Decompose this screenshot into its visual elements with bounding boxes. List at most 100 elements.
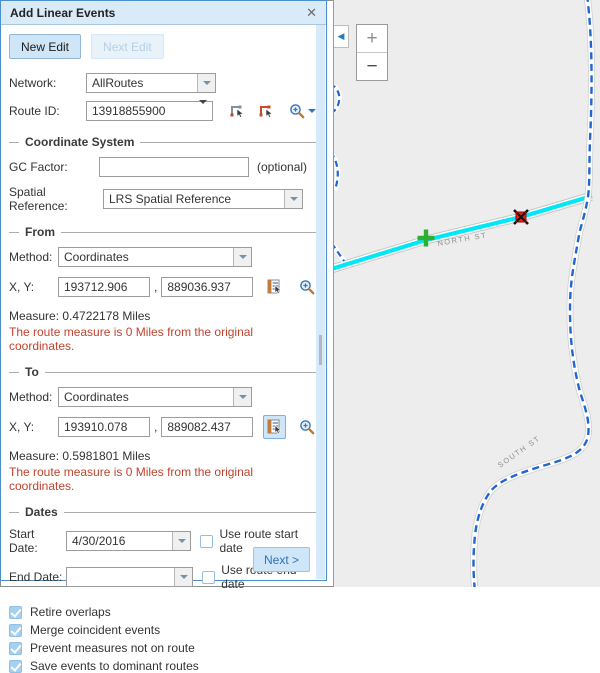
to-xy-row: X, Y: , xyxy=(9,415,318,439)
panel-title: Add Linear Events xyxy=(10,6,115,20)
spatial-reference-row: Spatial Reference: LRS Spatial Reference xyxy=(9,185,318,213)
save-events-dominant-label: Save events to dominant routes xyxy=(30,659,199,673)
route-id-label: Route ID: xyxy=(9,104,86,118)
to-legend-text: To xyxy=(25,365,39,379)
network-dropdown-button[interactable] xyxy=(197,74,215,92)
route-id-value: 13918855900 xyxy=(87,104,194,118)
end-date-label: End Date: xyxy=(9,570,66,584)
collapse-panel-button[interactable]: ◀ xyxy=(334,25,349,48)
use-route-start-date-checkbox[interactable] xyxy=(200,535,213,548)
new-edit-button[interactable]: New Edit xyxy=(9,34,81,59)
start-date-label: Start Date: xyxy=(9,527,66,555)
magnifier-plus-icon xyxy=(299,279,315,295)
zoom-out-button[interactable]: − xyxy=(357,52,387,80)
from-warning-text: The route measure is 0 Miles from the or… xyxy=(9,325,318,353)
to-pick-coordinates-icon[interactable] xyxy=(263,415,285,439)
select-route-red-glyph xyxy=(258,103,275,119)
map-canvas[interactable]: NORTH ST SOUTH ST xyxy=(334,0,600,587)
from-method-label: Method: xyxy=(9,250,58,264)
spatial-reference-dropdown-button[interactable] xyxy=(284,190,302,208)
road-north-st xyxy=(334,196,592,270)
chevron-down-icon xyxy=(178,539,186,543)
from-legend: From xyxy=(9,225,318,239)
end-date-dropdown[interactable] xyxy=(66,567,193,587)
zoom-to-route-button[interactable] xyxy=(287,99,318,123)
spatial-reference-value: LRS Spatial Reference xyxy=(104,192,284,206)
panel-body: New Edit Next Edit Network: AllRoutes Ro… xyxy=(1,34,326,673)
coordinate-table-glyph xyxy=(267,279,283,295)
next-button[interactable]: Next > xyxy=(253,547,310,572)
coordinate-system-legend: Coordinate System xyxy=(9,135,318,149)
road-label-south-st: SOUTH ST xyxy=(496,434,542,470)
from-method-dropdown-button[interactable] xyxy=(233,248,251,266)
start-date-dropdown-button[interactable] xyxy=(172,532,190,550)
network-label: Network: xyxy=(9,76,86,90)
from-method-row: Method: Coordinates xyxy=(9,247,318,267)
retire-overlaps-checkbox[interactable] xyxy=(9,606,22,619)
to-method-dropdown[interactable]: Coordinates xyxy=(58,387,252,407)
to-xy-label: X, Y: xyxy=(9,420,58,434)
map-viewport[interactable]: NORTH ST SOUTH ST xyxy=(333,0,600,587)
scrollbar-thumb[interactable] xyxy=(319,335,322,365)
xy-separator: , xyxy=(154,420,157,434)
coordinate-system-legend-text: Coordinate System xyxy=(25,135,134,149)
magnifier-plus-icon xyxy=(299,419,315,435)
route-id-combobox[interactable]: 13918855900 xyxy=(86,101,213,121)
save-events-dominant-checkbox[interactable] xyxy=(9,660,22,673)
to-warning-text: The route measure is 0 Miles from the or… xyxy=(9,465,318,493)
spatial-reference-dropdown[interactable]: LRS Spatial Reference xyxy=(103,189,303,209)
dashed-route xyxy=(474,0,592,587)
to-method-label: Method: xyxy=(9,390,58,404)
from-legend-text: From xyxy=(25,225,55,239)
to-point-marker xyxy=(514,210,528,224)
start-date-value: 4/30/2016 xyxy=(67,534,172,548)
select-route-on-map-icon[interactable] xyxy=(225,99,249,123)
prevent-measures-checkbox[interactable] xyxy=(9,642,22,655)
panel-titlebar: Add Linear Events ✕ xyxy=(1,1,326,25)
option-row: Retire overlaps xyxy=(9,605,318,619)
spatial-reference-label: Spatial Reference: xyxy=(9,185,103,213)
chevron-down-icon xyxy=(290,197,298,201)
route-id-dropdown-button[interactable] xyxy=(194,104,212,118)
to-method-row: Method: Coordinates xyxy=(9,387,318,407)
option-row: Merge coincident events xyxy=(9,623,318,637)
coordinate-table-glyph xyxy=(267,419,283,435)
select-route-glyph xyxy=(229,103,246,119)
dashed-route-fragments xyxy=(334,84,344,261)
chevron-down-icon xyxy=(239,255,247,259)
select-route-alternate-icon[interactable] xyxy=(255,99,279,123)
from-x-input[interactable] xyxy=(58,277,150,297)
magnifier-plus-icon xyxy=(289,103,305,119)
use-route-end-date-checkbox[interactable] xyxy=(202,571,215,584)
chevron-down-icon xyxy=(239,395,247,399)
from-method-dropdown[interactable]: Coordinates xyxy=(58,247,252,267)
route-id-row: Route ID: 13918855900 xyxy=(9,99,318,123)
network-dropdown[interactable]: AllRoutes xyxy=(86,73,216,93)
chevron-down-icon xyxy=(308,109,316,113)
option-row: Save events to dominant routes xyxy=(9,659,318,673)
end-date-dropdown-button[interactable] xyxy=(174,568,192,586)
network-value: AllRoutes xyxy=(87,76,197,90)
dates-legend-text: Dates xyxy=(25,505,58,519)
zoom-in-button[interactable]: + xyxy=(357,25,387,52)
network-row: Network: AllRoutes xyxy=(9,73,318,93)
xy-separator: , xyxy=(154,280,157,294)
chevron-down-icon xyxy=(199,100,207,118)
from-pick-coordinates-icon[interactable] xyxy=(263,275,285,299)
from-y-input[interactable] xyxy=(161,277,253,297)
screen: Add Linear Events ✕ New Edit Next Edit N… xyxy=(0,0,600,587)
to-method-dropdown-button[interactable] xyxy=(233,388,251,406)
to-zoom-icon[interactable] xyxy=(296,415,318,439)
merge-coincident-events-checkbox[interactable] xyxy=(9,624,22,637)
panel-scrollbar[interactable] xyxy=(316,25,325,579)
start-date-dropdown[interactable]: 4/30/2016 xyxy=(66,531,191,551)
chevron-down-icon xyxy=(180,575,188,579)
to-y-input[interactable] xyxy=(161,417,253,437)
from-zoom-icon[interactable] xyxy=(296,275,318,299)
gc-factor-input[interactable] xyxy=(99,157,249,177)
collapse-arrow-icon: ◀ xyxy=(338,31,345,42)
to-x-input[interactable] xyxy=(58,417,150,437)
close-icon[interactable]: ✕ xyxy=(306,6,317,19)
to-legend: To xyxy=(9,365,318,379)
merge-coincident-events-label: Merge coincident events xyxy=(30,623,160,637)
